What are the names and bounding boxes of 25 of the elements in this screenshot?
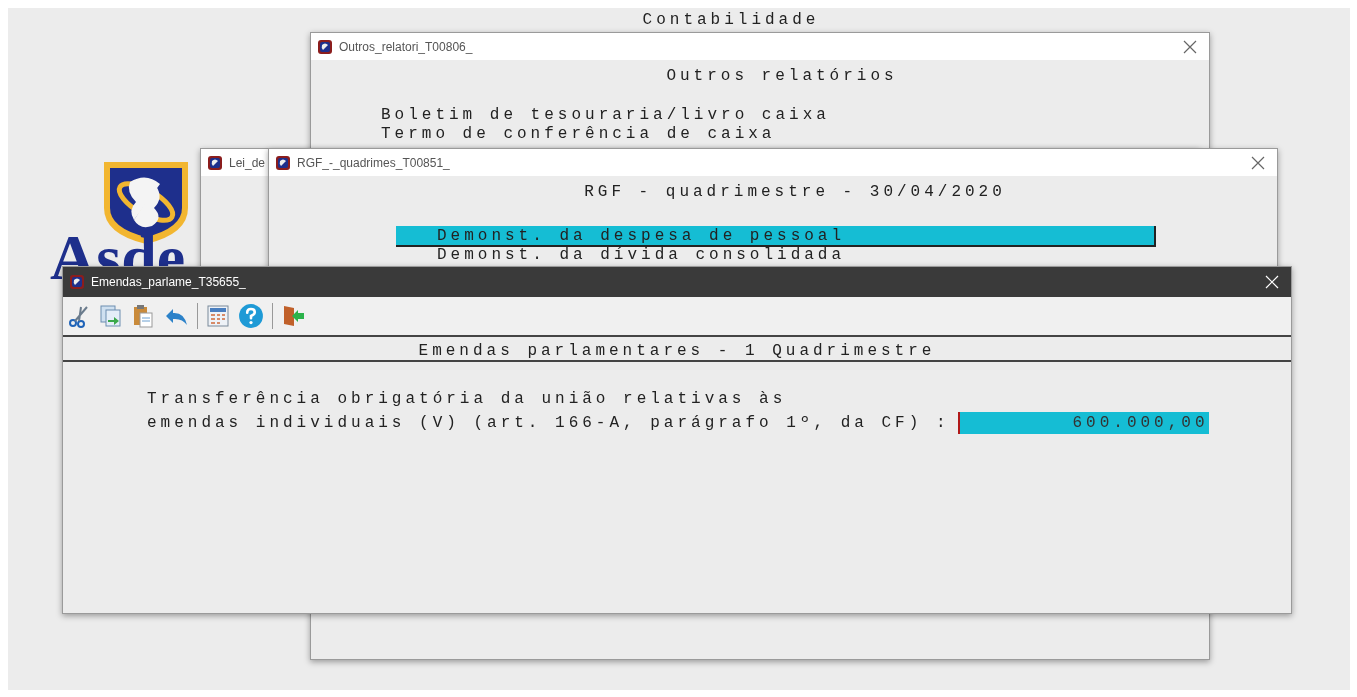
help-icon[interactable] [238, 303, 264, 329]
window-title: Outros_relatori_T00806_ [339, 38, 473, 56]
menu-item[interactable]: Boletim de tesouraria/livro caixa [381, 106, 830, 125]
app-icon [317, 38, 333, 55]
window-title: Lei_de [229, 154, 266, 172]
calculator-icon[interactable] [206, 304, 230, 328]
copy-icon[interactable] [99, 304, 123, 328]
amount-field[interactable]: 600.000,00 [957, 412, 1209, 434]
scissors-icon[interactable] [67, 304, 91, 328]
window-heading: RGF - quadrimestre - 30/04/2020 [584, 182, 1006, 203]
menu-item[interactable]: Demonst. da despesa de pessoal [396, 226, 1156, 247]
field-label: emendas individuais (V) (art. 166-A, parágrafo 1º, da CF) : [147, 413, 950, 434]
app-icon [207, 154, 223, 171]
menu-item[interactable]: Demonst. da dívida consolidada [437, 247, 846, 264]
window-heading: Outros relatórios [666, 66, 898, 87]
menu-item[interactable]: Termo de conferência de caixa [381, 125, 776, 144]
clipboard-icon[interactable] [131, 304, 155, 328]
form-heading: Emendas parlamentares - 1 Quadrimestre [63, 340, 1291, 362]
close-icon[interactable] [1251, 155, 1265, 170]
close-icon[interactable] [1183, 39, 1197, 54]
app-title: Contabilidade [641, 10, 821, 31]
window-title: RGF_-_quadrimes_T00851_ [297, 154, 450, 172]
field-label: Transferência obrigatória da união relativas às [147, 389, 788, 410]
app-icon [275, 154, 291, 171]
exit-door-icon[interactable] [281, 304, 305, 328]
